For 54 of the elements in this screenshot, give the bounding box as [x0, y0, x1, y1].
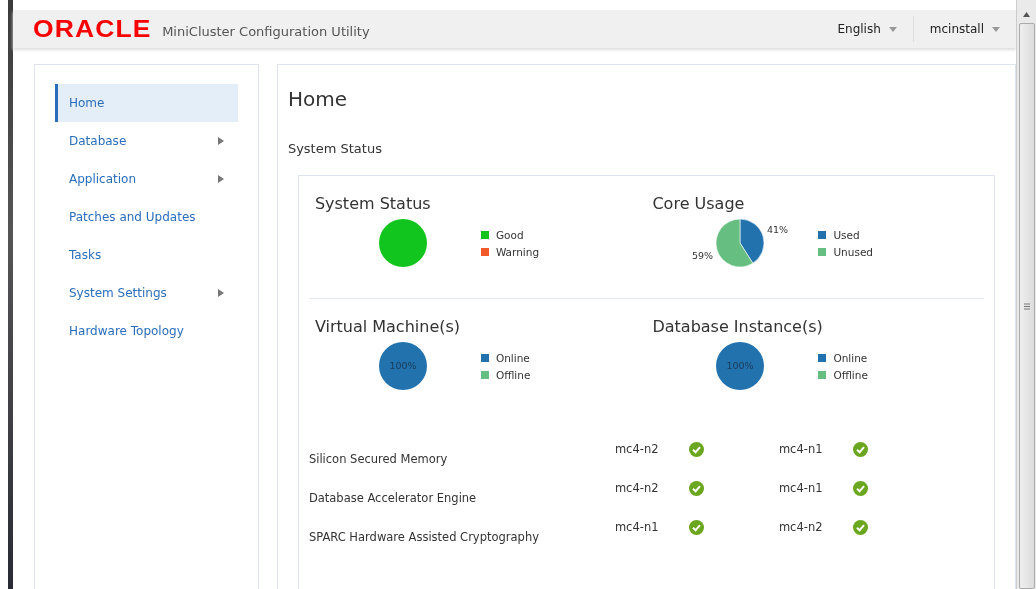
legend-label: Used: [833, 228, 860, 241]
chart-title: System Status: [314, 194, 432, 213]
nav-item[interactable]: Hardware Topology: [55, 312, 238, 350]
data-label: 100%: [726, 360, 754, 371]
nav-item[interactable]: Database: [55, 122, 238, 160]
pie-slice: [716, 342, 765, 390]
nav-item[interactable]: Application: [55, 160, 238, 198]
page-title: Home: [287, 87, 348, 111]
legend-swatch: [480, 247, 489, 256]
pie-slice: [378, 219, 427, 267]
node-name: mc4-n1: [614, 520, 660, 534]
legend-swatch: [818, 353, 827, 362]
legend-swatch: [480, 353, 489, 362]
pie-slice: [378, 342, 427, 390]
legend-swatch: [818, 230, 827, 239]
legend-label: Online: [833, 351, 868, 364]
nav-item[interactable]: System Settings: [55, 274, 238, 312]
scroll-up-icon[interactable]: [1023, 12, 1030, 17]
scrollbar[interactable]: [1016, 0, 1036, 589]
caret-icon: [888, 26, 897, 32]
data-label: 41%: [767, 224, 789, 235]
legend-label: Online: [495, 351, 530, 364]
feature-name: SPARC Hardware Assisted Cryptography: [308, 529, 540, 544]
legend-label: Warning: [495, 245, 540, 258]
feature-name: Database Accelerator Engine: [308, 490, 478, 505]
node-name: mc4-n2: [614, 442, 660, 456]
legend-swatch: [480, 230, 489, 239]
feature-name: Silicon Secured Memory: [308, 451, 449, 466]
section-title: System Status: [287, 141, 383, 156]
data-label: 59%: [692, 250, 714, 261]
legend-label: Offline: [833, 368, 868, 381]
chart-title: Database Instance(s): [652, 317, 824, 336]
chart-title: Core Usage: [652, 194, 746, 213]
legend-swatch: [818, 247, 827, 256]
legend-label: Offline: [495, 368, 531, 381]
nav-item[interactable]: Tasks: [55, 236, 238, 274]
app-title: MiniCluster Configuration Utility: [162, 23, 370, 39]
nav-item[interactable]: Home: [55, 84, 238, 122]
data-label: 100%: [389, 360, 417, 371]
node-name: mc4-n1: [778, 442, 824, 456]
grip-icon: [1023, 302, 1030, 310]
legend-swatch: [818, 370, 827, 379]
legend-label: Good: [495, 228, 524, 241]
legend-label: Unused: [833, 245, 874, 258]
chart-title: Virtual Machine(s): [314, 317, 462, 336]
node-name: mc4-n1: [778, 481, 824, 495]
legend-swatch: [480, 370, 489, 379]
menu-dropdown[interactable]: English: [821, 16, 913, 42]
scrollbar-thumb[interactable]: [1018, 23, 1035, 589]
logo: ORACLE: [33, 15, 152, 43]
caret-icon: [992, 26, 1000, 32]
nav-item[interactable]: Patches and Updates: [55, 198, 238, 236]
node-name: mc4-n2: [778, 520, 824, 534]
node-name: mc4-n2: [614, 481, 660, 495]
